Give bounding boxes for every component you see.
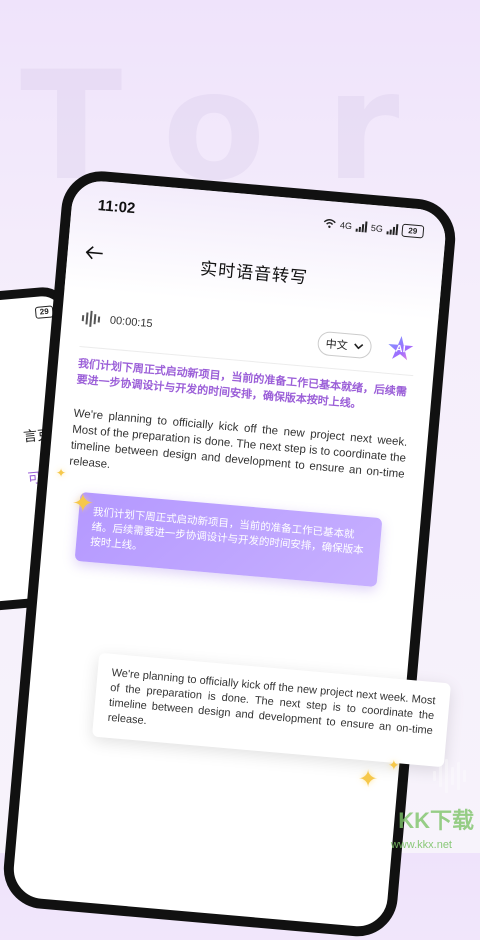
signal-icon — [386, 223, 399, 236]
ai-button[interactable]: AI — [386, 335, 414, 363]
transcript-english: We're planning to officially kick off th… — [68, 407, 408, 481]
language-select[interactable]: 中文 — [316, 330, 373, 360]
watermark-url: www.kkx.net — [390, 839, 452, 851]
battery-icon: 29 — [401, 223, 425, 239]
recording-status: 00:00:15 — [81, 310, 153, 332]
sparkle-icon: ✦ — [56, 466, 67, 480]
signal-icon — [355, 221, 368, 233]
status-time: 11:02 — [97, 197, 137, 218]
language-label: 中文 — [325, 338, 349, 353]
elapsed-time: 00:00:15 — [109, 314, 154, 331]
sparkle-icon: ✦ — [358, 766, 379, 793]
network-4g-label: 4G — [339, 219, 353, 231]
decorative-wave — [433, 759, 466, 793]
sparkle-icon: ✦ — [72, 488, 94, 518]
watermark-logo: KK下载 — [398, 808, 474, 833]
transcript-chinese: 我们计划下周正式启动新项目，当前的准备工作已基本就绪，后续需要进一步协调设计与开… — [76, 357, 408, 411]
audio-wave-icon — [81, 310, 101, 328]
network-5g-label: 5G — [370, 222, 384, 234]
sparkle-icon: ✦ — [388, 757, 400, 773]
wifi-icon — [323, 217, 337, 230]
chevron-down-icon — [354, 343, 364, 350]
